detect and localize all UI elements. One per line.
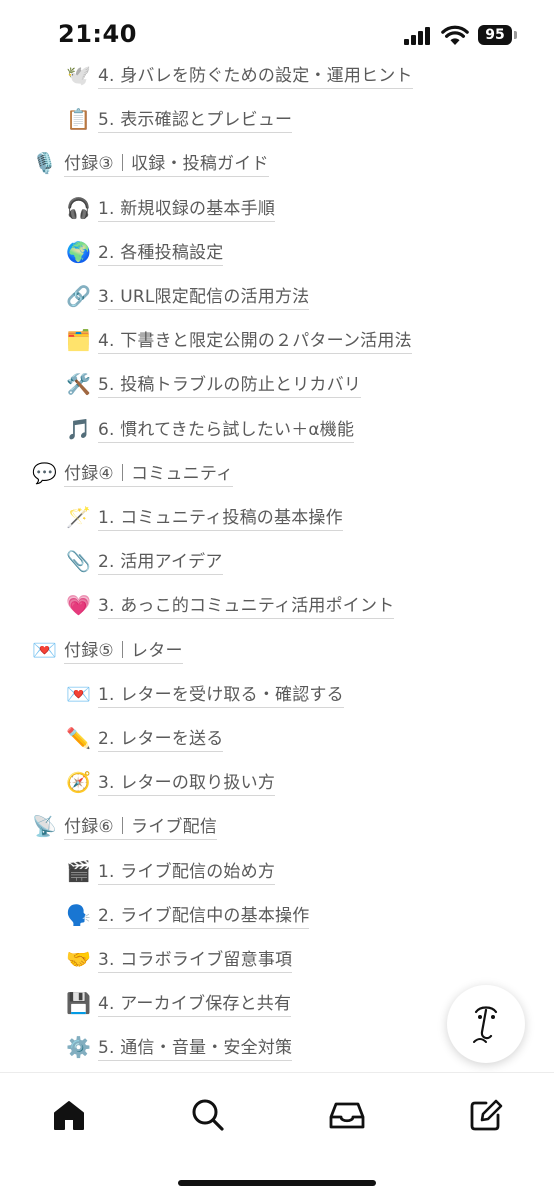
toc-item-label: 6. 慣れてきたら試したい＋α機能: [98, 415, 355, 443]
toc-item-link[interactable]: 🗂️ 4. 下書きと限定公開の２パターン活用法: [66, 323, 412, 357]
dove-icon: 🕊️: [66, 63, 91, 87]
status-bar: 21:40 95: [0, 0, 554, 66]
pencil-icon: ✏️: [66, 726, 91, 750]
compass-icon: 🧭: [66, 770, 91, 794]
tools-icon: 🛠️: [66, 372, 91, 396]
toc-item-label: 1. レターを受け取る・確認する: [98, 680, 344, 708]
love-letter-icon: 💌: [66, 682, 91, 706]
toc-item-link[interactable]: 🤝 3. コラボライブ留意事項: [66, 942, 293, 976]
toc-item-link[interactable]: 💾 4. アーカイブ保存と共有: [66, 986, 292, 1020]
toc-item-label: 5. 通信・音量・安全対策: [98, 1033, 293, 1061]
toc-item-label: 3. レターの取り扱い方: [98, 768, 276, 796]
toc-item-label: 2. ライブ配信中の基本操作: [98, 901, 310, 929]
compose-icon: [470, 1099, 503, 1131]
toc-item-label: 付録⑥｜ライブ配信: [64, 812, 218, 840]
toc-item-label: 2. レターを送る: [98, 724, 224, 752]
speaking-head-icon: 🗣️: [66, 903, 91, 927]
home-icon: [54, 1101, 84, 1130]
toc-item-label: 2. 各種投稿設定: [98, 238, 224, 266]
gear-icon: ⚙️: [66, 1035, 91, 1059]
battery-cap: [514, 31, 517, 39]
love-letter-icon: 💌: [32, 638, 57, 662]
toc-item-link[interactable]: ✏️ 2. レターを送る: [66, 721, 224, 755]
floppy-disk-icon: 💾: [66, 991, 91, 1015]
home-indicator: [178, 1180, 376, 1186]
paperclip-icon: 📎: [66, 549, 91, 573]
assistant-fab-button[interactable]: [447, 985, 525, 1063]
link-icon: 🔗: [66, 284, 91, 308]
globe-icon: 🌍: [66, 240, 91, 264]
cellular-signal-icon: [404, 27, 434, 45]
toc-item-label: 4. アーカイブ保存と共有: [98, 989, 292, 1017]
toc-item-label: 付録④｜コミュニティ: [64, 459, 234, 487]
toc-item-label: 2. 活用アイデア: [98, 547, 223, 575]
headphones-icon: 🎧: [66, 196, 91, 220]
toc-item-link[interactable]: 📎 2. 活用アイデア: [66, 544, 223, 578]
toc-item-link[interactable]: 🧭 3. レターの取り扱い方: [66, 765, 276, 799]
magic-wand-icon: 🪄: [66, 505, 91, 529]
toc-item-label: 1. 新規収録の基本手順: [98, 194, 276, 222]
tab-home[interactable]: [49, 1095, 89, 1135]
clapper-icon: 🎬: [66, 859, 91, 883]
heart-icon: 💗: [66, 593, 91, 617]
toc-item-link[interactable]: 🔗 3. URL限定配信の活用方法: [66, 279, 310, 313]
handshake-icon: 🤝: [66, 947, 91, 971]
clipboard-icon: 📋: [66, 107, 91, 131]
search-icon: [192, 1099, 224, 1131]
toc-item-link[interactable]: 🎧 1. 新規収録の基本手順: [66, 191, 276, 225]
tab-search[interactable]: [188, 1095, 228, 1135]
status-time: 21:40: [58, 20, 137, 48]
toc-section-link[interactable]: 💌 付録⑤｜レター: [32, 633, 183, 667]
file-box-icon: 🗂️: [66, 328, 91, 352]
toc-item-label: 5. 投稿トラブルの防止とリカバリ: [98, 370, 362, 398]
toc-item-link[interactable]: 📋 5. 表示確認とプレビュー: [66, 102, 293, 136]
assistant-face-icon: [473, 1006, 498, 1043]
toc-item-link[interactable]: 🎬 1. ライブ配信の始め方: [66, 854, 276, 888]
toc-item-label: 付録⑤｜レター: [64, 636, 183, 664]
toc-item-label: 4. 下書きと限定公開の２パターン活用法: [98, 326, 412, 354]
music-note-icon: 🎵: [66, 417, 91, 441]
toc-item-link[interactable]: 🛠️ 5. 投稿トラブルの防止とリカバリ: [66, 367, 362, 401]
toc-item-label: 3. コラボライブ留意事項: [98, 945, 293, 973]
toc-item-label: 1. コミュニティ投稿の基本操作: [98, 503, 343, 531]
tab-inbox[interactable]: [327, 1095, 367, 1135]
toc-item-link[interactable]: 🗣️ 2. ライブ配信中の基本操作: [66, 898, 310, 932]
satellite-dish-icon: 📡: [32, 814, 57, 838]
toc-item-label: 1. ライブ配信の始め方: [98, 857, 276, 885]
microphone-icon: 🎙️: [32, 151, 57, 175]
toc-item-link[interactable]: 💌 1. レターを受け取る・確認する: [66, 677, 344, 711]
toc-item-label: 3. URL限定配信の活用方法: [98, 282, 310, 310]
toc-item-link[interactable]: 🎵 6. 慣れてきたら試したい＋α機能: [66, 412, 355, 446]
toc-item-label: 3. あっこ的コミュニティ活用ポイント: [98, 591, 395, 619]
toc-item-label: 付録③｜収録・投稿ガイド: [64, 149, 269, 177]
inbox-icon: [329, 1102, 365, 1129]
toc-item-link[interactable]: 💗 3. あっこ的コミュニティ活用ポイント: [66, 588, 395, 622]
tab-compose[interactable]: [466, 1095, 506, 1135]
toc-section-link[interactable]: 💬 付録④｜コミュニティ: [32, 456, 234, 490]
toc-item-link[interactable]: 🌍 2. 各種投稿設定: [66, 235, 224, 269]
wifi-icon: [441, 25, 469, 45]
toc-section-link[interactable]: 🎙️ 付録③｜収録・投稿ガイド: [32, 146, 269, 180]
table-of-contents: 🕊️ 4. 身バレを防ぐための設定・運用ヒント 📋 5. 表示確認とプレビュー 🎙️ 付録…: [0, 0, 554, 1070]
toc-item-link[interactable]: ⚙️ 5. 通信・音量・安全対策: [66, 1030, 293, 1064]
speech-bubble-icon: 💬: [32, 461, 57, 485]
toc-section-link[interactable]: 📡 付録⑥｜ライブ配信: [32, 809, 218, 843]
battery-level: 95: [478, 25, 512, 45]
toc-item-label: 5. 表示確認とプレビュー: [98, 105, 293, 133]
toc-item-link[interactable]: 🪄 1. コミュニティ投稿の基本操作: [66, 500, 343, 534]
